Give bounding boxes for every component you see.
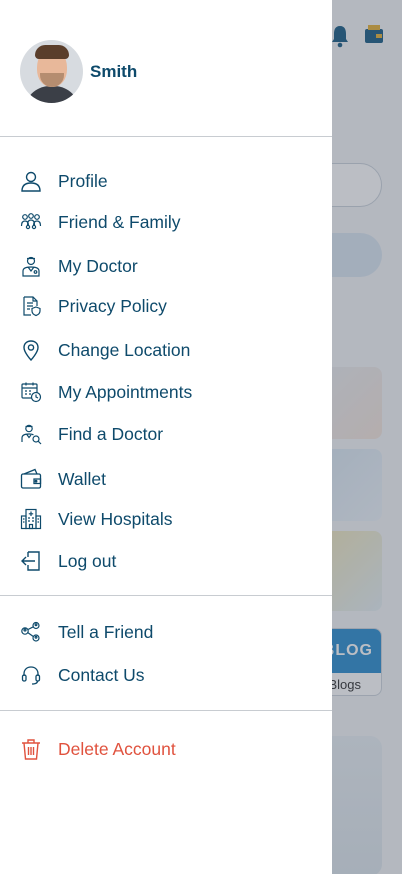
- menu-item-label: My Appointments: [58, 381, 193, 402]
- find-doctor-icon: [20, 423, 42, 445]
- user-name: Smith: [90, 61, 138, 81]
- menu-item-privacy-policy[interactable]: Privacy Policy: [0, 289, 332, 323]
- menu-item-friend-family[interactable]: Friend & Family: [0, 205, 332, 239]
- menu-item-find-a-doctor[interactable]: Find a Doctor: [0, 417, 332, 451]
- menu-item-contact-us[interactable]: Contact Us: [0, 658, 332, 692]
- menu-item-tell-a-friend[interactable]: Tell a Friend: [0, 615, 332, 649]
- location-pin-icon: [20, 339, 42, 361]
- person-icon: [20, 170, 42, 192]
- menu-item-delete-account[interactable]: Delete Account: [0, 732, 332, 766]
- menu-item-label: Privacy Policy: [58, 295, 167, 316]
- menu-item-view-hospitals[interactable]: View Hospitals: [0, 502, 332, 536]
- menu-item-my-appointments[interactable]: My Appointments: [0, 375, 332, 409]
- drawer-profile-header[interactable]: Smith: [20, 40, 137, 103]
- divider: [0, 136, 332, 137]
- doctor-icon: [20, 255, 42, 277]
- policy-icon: [20, 295, 42, 317]
- wallet-icon: [20, 468, 42, 490]
- menu-item-my-doctor[interactable]: My Doctor: [0, 249, 332, 283]
- menu-item-label: Profile: [58, 170, 108, 191]
- menu-item-label: Tell a Friend: [58, 621, 154, 642]
- menu-item-label: Delete Account: [58, 738, 176, 759]
- family-icon: [20, 211, 42, 233]
- menu-item-label: Log out: [58, 550, 117, 571]
- divider: [0, 710, 332, 711]
- calendar-clock-icon: [20, 381, 42, 403]
- menu-item-label: Find a Doctor: [58, 423, 164, 444]
- menu-item-label: My Doctor: [58, 255, 138, 276]
- menu-item-wallet[interactable]: Wallet: [0, 462, 332, 496]
- menu-item-label: Change Location: [58, 339, 191, 360]
- menu-item-label: View Hospitals: [58, 508, 173, 529]
- headset-icon: [20, 664, 42, 686]
- menu-item-profile[interactable]: Profile: [0, 164, 332, 198]
- avatar: [20, 40, 83, 103]
- menu-item-label: Wallet: [58, 468, 106, 489]
- trash-icon: [20, 738, 42, 760]
- menu-item-label: Contact Us: [58, 664, 145, 685]
- hospital-icon: [20, 508, 42, 530]
- menu-item-log-out[interactable]: Log out: [0, 544, 332, 578]
- navigation-drawer: Smith Profile Friend & Family My Doctor …: [0, 0, 332, 874]
- menu-item-label: Friend & Family: [58, 211, 181, 232]
- share-icon: [20, 621, 42, 643]
- menu-item-change-location[interactable]: Change Location: [0, 333, 332, 367]
- divider: [0, 595, 332, 596]
- logout-icon: [20, 550, 42, 572]
